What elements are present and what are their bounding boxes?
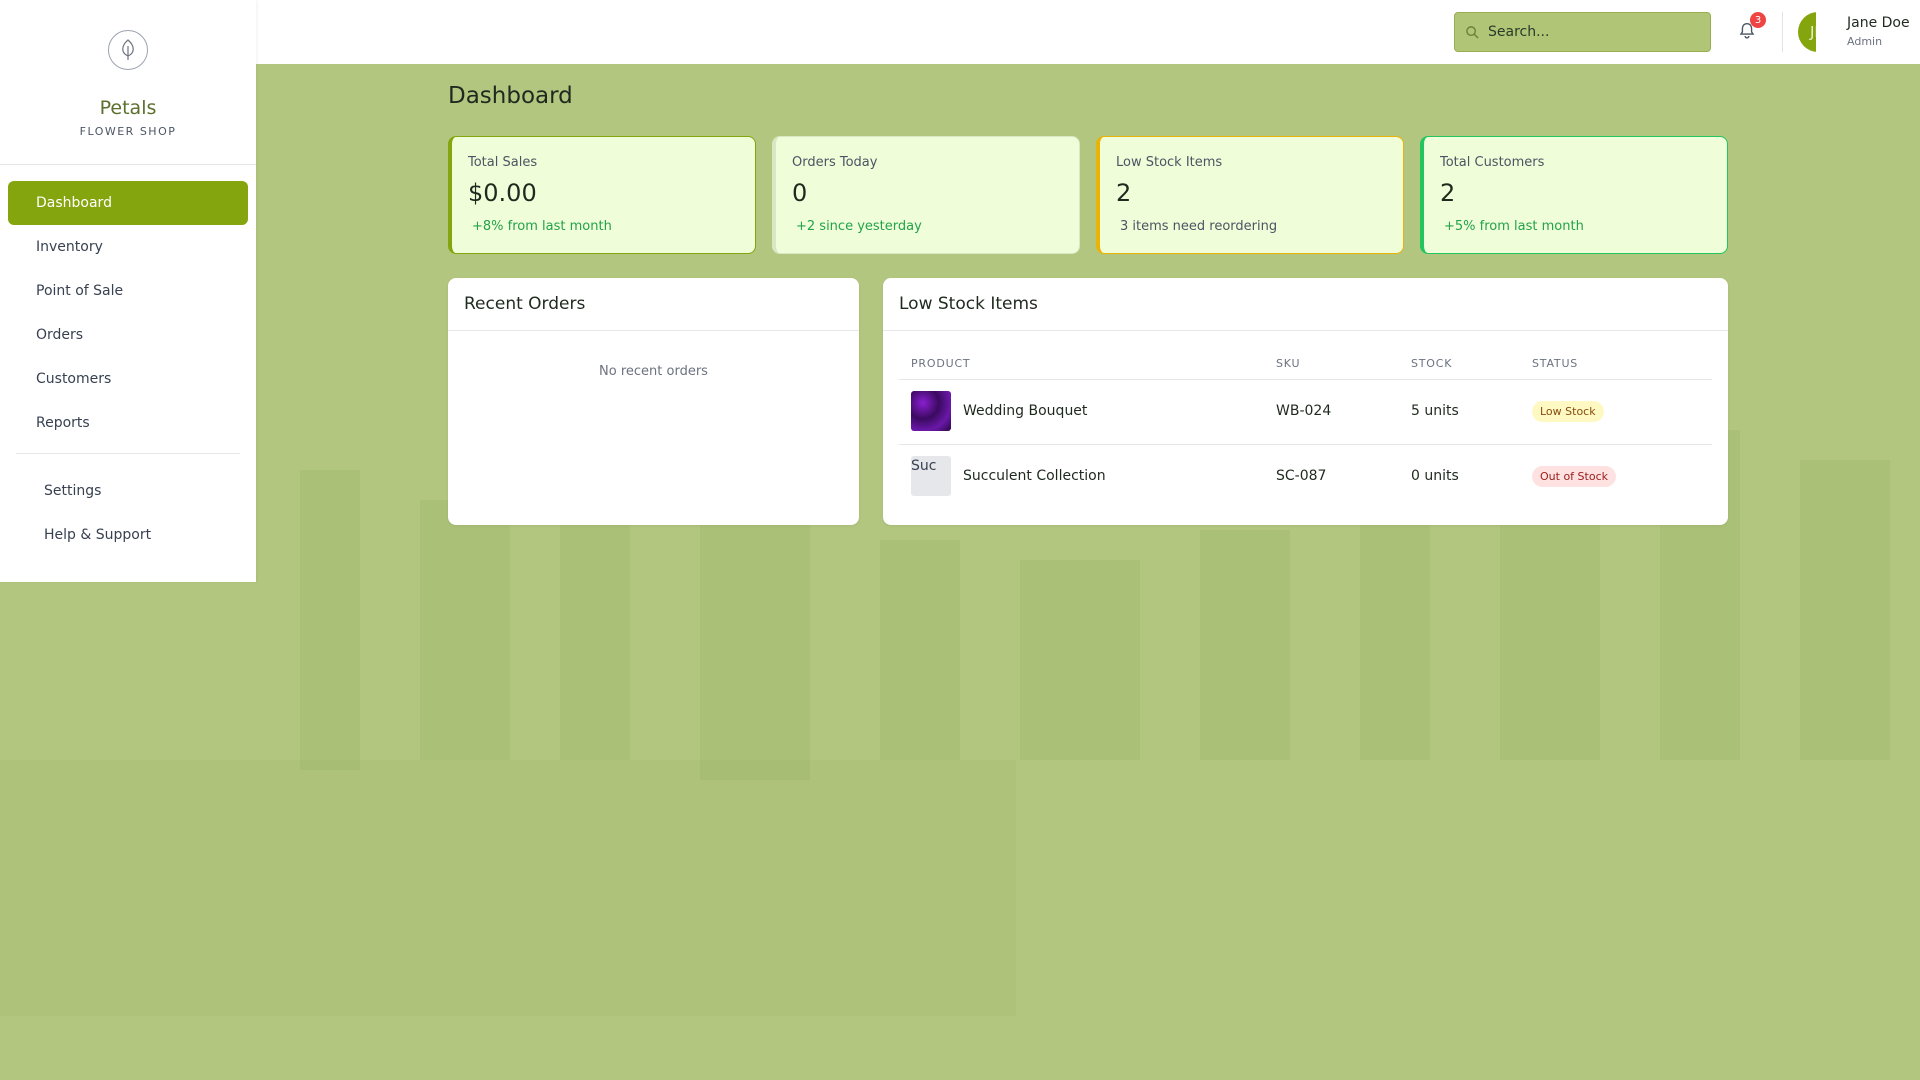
search-box[interactable] bbox=[1454, 12, 1711, 52]
panel-divider bbox=[448, 330, 859, 331]
brand-subtitle: FLOWER SHOP bbox=[79, 125, 177, 138]
stat-value: $0.00 bbox=[468, 179, 537, 207]
stat-note: 3 items need reordering bbox=[1120, 219, 1278, 234]
product-name: Wedding Bouquet bbox=[963, 403, 1088, 419]
sidebar-item-inventory[interactable]: Inventory bbox=[8, 225, 248, 269]
search-icon bbox=[1466, 25, 1479, 39]
flower-logo-icon bbox=[108, 30, 148, 70]
sidebar-item-customers[interactable]: Customers bbox=[8, 357, 248, 401]
product-sku: WB-024 bbox=[1276, 403, 1332, 419]
stat-card-total-customers: Total Customers 2 +5% from last month bbox=[1420, 136, 1728, 254]
stat-value: 2 bbox=[1440, 179, 1456, 207]
sidebar-item-settings[interactable]: Settings bbox=[16, 471, 240, 511]
stat-note: +5% from last month bbox=[1444, 219, 1584, 234]
panel-divider bbox=[883, 330, 1728, 331]
column-header-sku: SKU bbox=[1276, 357, 1301, 370]
product-sku: SC-087 bbox=[1276, 468, 1327, 484]
product-name: Succulent Collection bbox=[963, 468, 1106, 484]
user-name: Jane Doe bbox=[1847, 15, 1910, 31]
sidebar-item-orders[interactable]: Orders bbox=[8, 313, 248, 357]
user-role: Admin bbox=[1847, 35, 1883, 48]
sidebar-divider-secondary bbox=[16, 453, 240, 454]
low-stock-panel: Low Stock Items PRODUCT SKU STOCK STATUS… bbox=[883, 278, 1728, 525]
sidebar-item-help-support[interactable]: Help & Support bbox=[16, 515, 240, 555]
panel-title: Low Stock Items bbox=[899, 294, 1038, 314]
sidebar-item-dashboard[interactable]: Dashboard bbox=[8, 181, 248, 225]
status-badge: Out of Stock bbox=[1532, 466, 1616, 487]
stat-note: +2 since yesterday bbox=[796, 219, 922, 234]
stat-label: Total Customers bbox=[1440, 155, 1545, 170]
table-divider bbox=[899, 379, 1712, 380]
sidebar-item-reports[interactable]: Reports bbox=[8, 401, 248, 445]
stat-value: 2 bbox=[1116, 179, 1132, 207]
sidebar-item-point-of-sale[interactable]: Point of Sale bbox=[8, 269, 248, 313]
search-input[interactable] bbox=[1488, 24, 1688, 40]
recent-orders-panel: Recent Orders No recent orders bbox=[448, 278, 859, 525]
notification-badge: 3 bbox=[1750, 12, 1766, 28]
header-divider bbox=[1782, 12, 1783, 52]
top-header: 3 JD Jane Doe Admin bbox=[0, 0, 1920, 64]
column-header-status: STATUS bbox=[1532, 357, 1579, 370]
stat-label: Orders Today bbox=[792, 155, 878, 170]
avatar-initials: JD bbox=[1798, 12, 1816, 52]
status-badge: Low Stock bbox=[1532, 401, 1604, 422]
empty-state-text: No recent orders bbox=[599, 364, 708, 379]
stat-card-low-stock: Low Stock Items 2 3 items need reorderin… bbox=[1096, 136, 1404, 254]
stat-label: Low Stock Items bbox=[1116, 155, 1223, 170]
product-stock: 0 units bbox=[1411, 468, 1459, 484]
sidebar-divider bbox=[0, 164, 256, 165]
product-thumbnail: Suc bbox=[911, 456, 951, 496]
stat-note: +8% from last month bbox=[472, 219, 612, 234]
sidebar: Petals FLOWER SHOP Dashboard Inventory P… bbox=[0, 0, 256, 582]
table-divider bbox=[899, 444, 1712, 445]
product-thumbnail bbox=[911, 391, 951, 431]
avatar[interactable]: JD bbox=[1798, 12, 1816, 52]
column-header-stock: STOCK bbox=[1411, 357, 1453, 370]
panel-title: Recent Orders bbox=[464, 294, 586, 314]
column-header-product: PRODUCT bbox=[911, 357, 971, 370]
stat-card-total-sales: Total Sales $0.00 +8% from last month bbox=[448, 136, 756, 254]
page-title: Dashboard bbox=[448, 83, 573, 109]
stat-value: 0 bbox=[792, 179, 808, 207]
product-stock: 5 units bbox=[1411, 403, 1459, 419]
brand-name: Petals bbox=[99, 97, 157, 119]
stat-label: Total Sales bbox=[468, 155, 538, 170]
stat-card-orders-today: Orders Today 0 +2 since yesterday bbox=[772, 136, 1080, 254]
